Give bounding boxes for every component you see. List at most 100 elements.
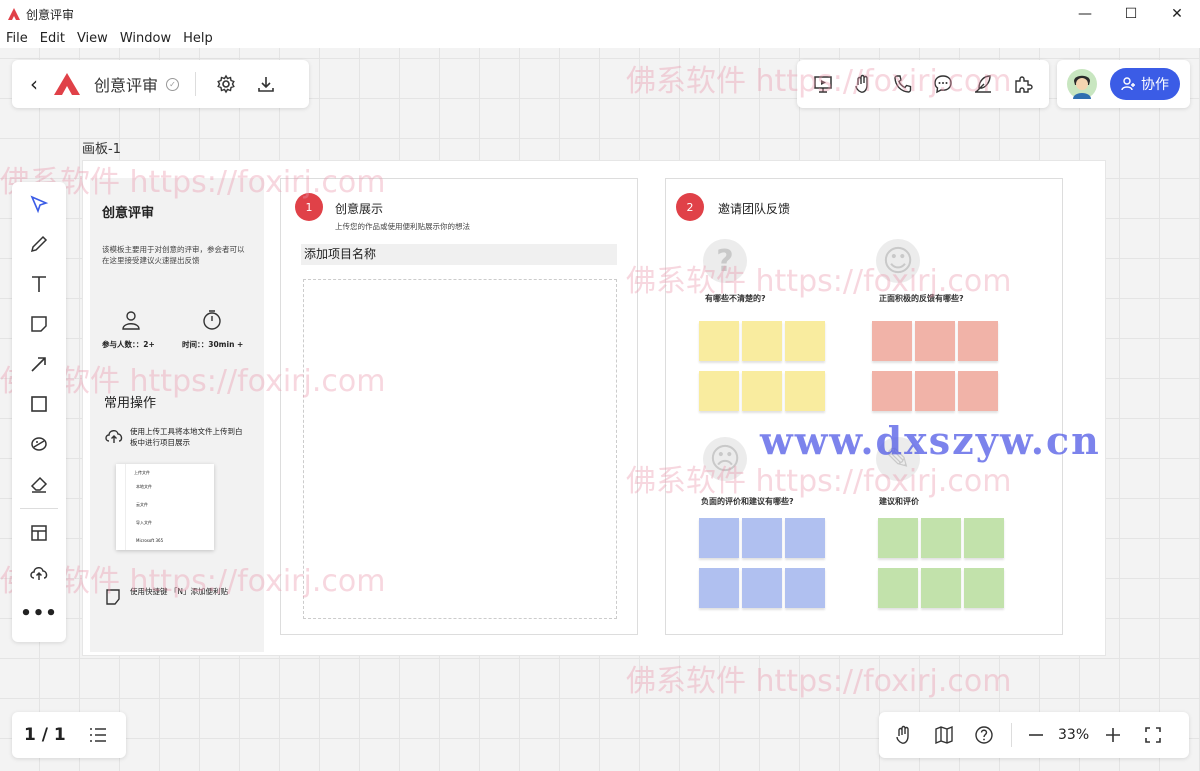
presentation-icon[interactable] — [812, 73, 834, 95]
sticky-note[interactable] — [785, 568, 825, 608]
header-panel: ‹ 创意评审 ✓ — [12, 60, 309, 108]
doc-title[interactable]: 创意评审 — [94, 72, 158, 96]
menu-window[interactable]: Window — [120, 31, 171, 46]
sticky-note[interactable] — [742, 518, 782, 558]
sticky-note[interactable] — [699, 371, 739, 411]
page-indicator[interactable]: 1 / 1 — [24, 725, 66, 745]
chat-icon[interactable] — [932, 73, 954, 95]
menu-file[interactable]: File — [6, 31, 28, 46]
sticky-note[interactable] — [742, 568, 782, 608]
sticky-note[interactable] — [921, 518, 961, 558]
participants-icon — [122, 311, 140, 330]
template-info-column: 创意评审 该模板主要用于对创意的评审，参会者可以在这里接受建议火速提出反馈 参与… — [90, 178, 264, 652]
window-titlebar: 创意评审 — [0, 0, 1200, 28]
sticky-note[interactable] — [958, 371, 998, 411]
avatar[interactable] — [1067, 69, 1097, 99]
sticky-note[interactable] — [958, 321, 998, 361]
hand-pan-icon[interactable] — [893, 724, 915, 746]
shape-tool[interactable] — [11, 384, 67, 424]
help-icon[interactable] — [973, 724, 995, 746]
stamp-tool[interactable] — [11, 424, 67, 464]
sticky-note[interactable] — [699, 518, 739, 558]
section-title: 创意展示 — [335, 202, 384, 216]
collaborate-button[interactable]: 协作 — [1110, 68, 1180, 100]
sticky-note[interactable] — [921, 568, 961, 608]
feather-pen-icon[interactable] — [972, 73, 994, 95]
upload-preview-image: 上传文件 本地文件 云文件 导入文件 Microsoft 365 — [116, 464, 214, 550]
divider — [20, 508, 58, 509]
sticky-note[interactable] — [785, 321, 825, 361]
sticky-note[interactable] — [915, 321, 955, 361]
sticky-note[interactable] — [785, 518, 825, 558]
eraser-tool[interactable] — [11, 464, 67, 504]
template-title: 创意评审 — [102, 206, 155, 221]
section-number: 2 — [676, 193, 704, 221]
board-name[interactable]: 画板-1 — [82, 138, 121, 157]
text-tool[interactable] — [11, 264, 67, 304]
menu-help[interactable]: Help — [183, 31, 213, 46]
participants-count: 参与人数：：2+ — [102, 340, 155, 349]
select-tool[interactable] — [11, 184, 67, 224]
more-tools[interactable]: ••• — [11, 593, 67, 633]
question-4: 建议和评价 — [879, 497, 919, 506]
sticky-note[interactable] — [964, 518, 1004, 558]
pen-tool[interactable] — [11, 224, 67, 264]
sticky-note[interactable] — [699, 568, 739, 608]
settings-gear-icon[interactable] — [216, 74, 236, 94]
arrow-tool[interactable] — [11, 344, 67, 384]
page-panel: 1 / 1 — [12, 712, 126, 758]
plugin-puzzle-icon[interactable] — [1012, 73, 1034, 95]
sticky-note-tool[interactable] — [11, 304, 67, 344]
template-tool[interactable] — [11, 513, 67, 553]
project-name-input[interactable]: 添加项目名称 — [301, 244, 617, 265]
zoom-out-icon[interactable] — [1026, 725, 1046, 745]
fullscreen-icon[interactable] — [1143, 725, 1163, 745]
zoom-panel: 33% — [879, 712, 1189, 758]
sticky-note[interactable] — [872, 371, 912, 411]
upload-tool[interactable] — [11, 553, 67, 593]
timer-icon — [203, 310, 221, 330]
left-toolbar: ••• — [12, 182, 66, 642]
phone-icon[interactable] — [892, 73, 914, 95]
sticky-note[interactable] — [872, 321, 912, 361]
smile-face-icon: ☺ — [876, 239, 920, 283]
zoom-level[interactable]: 33% — [1058, 727, 1089, 743]
minimize-button[interactable]: — — [1062, 0, 1108, 28]
window-controls: — ☐ ✕ — [1062, 0, 1200, 28]
top-tools-panel — [797, 60, 1049, 108]
sticky-note[interactable] — [742, 371, 782, 411]
menu-edit[interactable]: Edit — [40, 31, 65, 46]
sticky-note[interactable] — [915, 371, 955, 411]
sticky-note[interactable] — [964, 568, 1004, 608]
sticky-note[interactable] — [785, 371, 825, 411]
template-description: 该模板主要用于对创意的评审，参会者可以在这里接受建议火速提出反馈 — [102, 245, 245, 265]
collaborate-label: 协作 — [1141, 77, 1169, 93]
menu-view[interactable]: View — [77, 31, 108, 46]
question-2: 正面积极的反馈有哪些? — [879, 294, 964, 303]
section-feedback[interactable]: 2 邀请团队反馈 ? 有哪些不清楚的? ☺ 正面积极的反馈有哪些? ☹ 负面的评… — [665, 178, 1063, 635]
cursor-arrow-icon — [30, 195, 49, 214]
sticky-note[interactable] — [878, 518, 918, 558]
sticky-note[interactable] — [699, 321, 739, 361]
menu-bar: File Edit View Window Help — [0, 28, 1200, 48]
preview-title: 上传文件 — [134, 470, 150, 475]
zoom-in-icon[interactable] — [1103, 725, 1123, 745]
upload-drop-zone[interactable] — [303, 279, 617, 619]
maximize-button[interactable]: ☐ — [1108, 0, 1154, 28]
section-title: 邀请团队反馈 — [718, 202, 791, 216]
ops-title: 常用操作 — [104, 396, 157, 411]
more-dots-icon: ••• — [20, 602, 58, 624]
sticky-note[interactable] — [878, 568, 918, 608]
hand-wave-icon[interactable] — [852, 73, 874, 95]
text-icon — [32, 276, 46, 292]
close-button[interactable]: ✕ — [1154, 0, 1200, 28]
download-icon[interactable] — [256, 74, 276, 94]
sticky-note[interactable] — [742, 321, 782, 361]
page-list-icon[interactable] — [88, 726, 108, 744]
back-icon[interactable]: ‹ — [30, 72, 38, 96]
pencil-icon — [30, 235, 48, 253]
map-icon[interactable] — [933, 724, 955, 746]
question-1: 有哪些不清楚的? — [705, 294, 766, 303]
section-showcase[interactable]: 1 创意展示 上传您的作品或使用便利贴展示你的想法 添加项目名称 — [280, 178, 638, 635]
sticky-note-icon — [106, 589, 120, 605]
